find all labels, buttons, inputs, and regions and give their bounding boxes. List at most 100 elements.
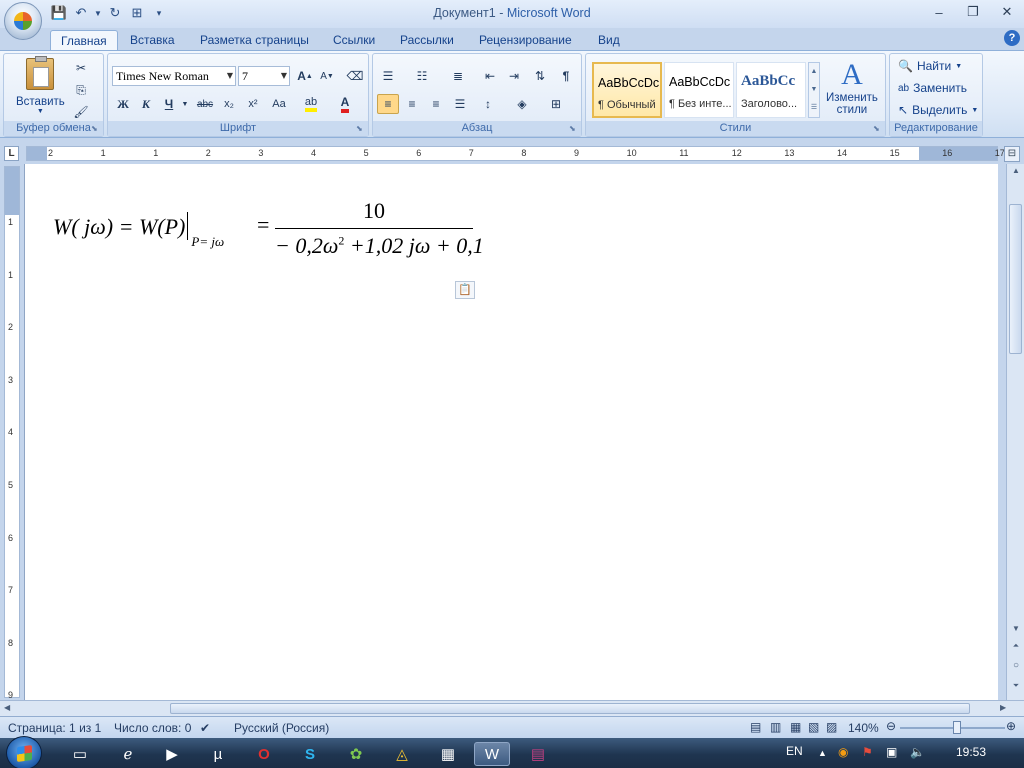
zoom-out-icon[interactable]: ⊖ xyxy=(886,719,896,733)
tab-page-layout[interactable]: Разметка страницы xyxy=(190,30,319,51)
minimize-button[interactable]: ‒ xyxy=(922,0,956,24)
office-button[interactable] xyxy=(4,2,42,40)
change-styles-button[interactable]: A Изменить стили xyxy=(826,58,878,116)
font-color-button[interactable]: A xyxy=(334,94,356,114)
draft-icon[interactable]: ▨ xyxy=(826,720,837,734)
justify-icon[interactable]: ☰ xyxy=(449,94,471,114)
vertical-ruler[interactable]: 1 1 2 3 4 5 6 7 8 9 xyxy=(4,166,20,700)
strikethrough-button[interactable]: abc xyxy=(194,94,216,114)
document-page[interactable]: W( jω) = W(P) P= jω = 10 − 0,2ω2 +1,02 jω… xyxy=(24,164,998,700)
styles-launcher-icon[interactable]: ⬊ xyxy=(873,124,883,134)
underline-dropdown-icon[interactable]: ▼ xyxy=(180,94,190,114)
clear-formatting-icon[interactable]: ⌫ xyxy=(344,66,366,86)
show-formatting-button[interactable]: ¶ xyxy=(555,66,577,86)
font-launcher-icon[interactable]: ⬊ xyxy=(356,124,366,134)
sort-icon[interactable]: ⇅ xyxy=(529,66,551,86)
paragraph-launcher-icon[interactable]: ⬊ xyxy=(569,124,579,134)
zoom-slider[interactable] xyxy=(900,721,1005,734)
zoom-level[interactable]: 140% xyxy=(848,721,879,735)
web-layout-icon[interactable]: ▦ xyxy=(790,720,801,734)
view-ruler-icon[interactable]: ⊟ xyxy=(1004,146,1020,162)
clipboard-launcher-icon[interactable]: ⬊ xyxy=(91,124,101,134)
previous-page-icon[interactable]: ⏶ xyxy=(1008,639,1024,653)
tab-home[interactable]: Главная xyxy=(50,30,118,51)
align-right-icon[interactable]: ≡ xyxy=(425,94,447,114)
line-spacing-icon[interactable]: ↕ xyxy=(477,94,499,114)
shading-icon[interactable]: ◈ xyxy=(511,94,533,114)
paste-options-icon[interactable]: 📋 xyxy=(455,281,475,299)
paste-button[interactable]: Вставить ▼ xyxy=(16,56,65,115)
green-app-icon[interactable]: ✿ xyxy=(338,742,374,766)
numbering-icon[interactable]: ☷ xyxy=(411,66,433,86)
equation[interactable]: W( jω) = W(P) P= jω = 10 − 0,2ω2 +1,02 jω… xyxy=(53,198,484,258)
horizontal-scrollbar[interactable]: ◀ ▶ xyxy=(0,700,1024,716)
opera-icon[interactable]: O xyxy=(246,742,282,766)
style-normal[interactable]: AaBbCcDc ¶ Обычный xyxy=(592,62,662,118)
action-center-icon[interactable]: ⚑ xyxy=(862,745,873,759)
tab-review[interactable]: Рецензирование xyxy=(469,30,582,51)
change-case-button[interactable]: Aa xyxy=(268,94,290,114)
vertical-scrollbar[interactable]: ▲ ▼ ⏶ ○ ⏷ xyxy=(1006,164,1024,700)
italic-button[interactable]: К xyxy=(135,94,157,114)
skype-icon[interactable]: S xyxy=(292,742,328,766)
find-button[interactable]: 🔍 Найти ▼ xyxy=(898,59,962,73)
copy-icon[interactable]: ⎘ xyxy=(70,80,92,100)
scroll-left-icon[interactable]: ◀ xyxy=(4,703,10,712)
winrar-icon[interactable]: ▤ xyxy=(520,742,556,766)
styles-scroll[interactable]: ▲ ▼ ☰ xyxy=(808,62,820,118)
subscript-button[interactable]: x₂ xyxy=(218,94,240,114)
style-heading[interactable]: AaBbCc Заголово... xyxy=(736,62,806,118)
next-page-icon[interactable]: ⏷ xyxy=(1008,679,1024,693)
scroll-right-icon[interactable]: ▶ xyxy=(1000,703,1006,712)
bullets-icon[interactable]: ☰ xyxy=(377,66,399,86)
aimp-icon[interactable]: ◬ xyxy=(384,742,420,766)
calculator-icon[interactable]: ▦ xyxy=(430,742,466,766)
align-center-icon[interactable]: ≡ xyxy=(401,94,423,114)
style-no-spacing[interactable]: AaBbCcDc ¶ Без инте... xyxy=(664,62,734,118)
font-name-combo[interactable]: Times New Roman ▼ xyxy=(112,66,236,86)
zoom-in-icon[interactable]: ⊕ xyxy=(1006,719,1016,733)
superscript-button[interactable]: x² xyxy=(242,94,264,114)
volume-icon[interactable]: 🔈 xyxy=(910,745,925,759)
language-indicator[interactable]: Русский (Россия) xyxy=(234,721,329,735)
borders-icon[interactable]: ⊞ xyxy=(545,94,567,114)
spelling-check-icon[interactable]: ✔ xyxy=(200,721,210,735)
network-icon[interactable]: ▣ xyxy=(886,745,897,759)
tab-selector[interactable]: L xyxy=(4,146,19,161)
input-language[interactable]: EN xyxy=(786,744,803,758)
select-button[interactable]: ↖ Выделить ▼ xyxy=(898,103,978,117)
tray-app-icon[interactable]: ◉ xyxy=(838,745,848,759)
bold-button[interactable]: Ж xyxy=(112,94,134,114)
tab-mailings[interactable]: Рассылки xyxy=(390,30,464,51)
help-icon[interactable]: ? xyxy=(1004,30,1020,46)
full-screen-reading-icon[interactable]: ▥ xyxy=(770,720,781,734)
align-left-icon[interactable]: ≡ xyxy=(377,94,399,114)
horizontal-ruler[interactable]: 2 1 1 2 3 4 5 6 7 8 9 10 11 12 13 14 15 16 17 xyxy=(26,146,1005,161)
media-player-icon[interactable]: ▶ xyxy=(154,742,190,766)
grow-font-button[interactable]: A ▲ xyxy=(294,66,316,86)
clock[interactable]: 19:53 xyxy=(956,745,986,759)
start-button[interactable] xyxy=(6,736,42,768)
increase-indent-icon[interactable]: ⇥ xyxy=(503,66,525,86)
utorrent-icon[interactable]: µ xyxy=(200,742,236,766)
font-size-combo[interactable]: 7 ▼ xyxy=(238,66,290,86)
decrease-indent-icon[interactable]: ⇤ xyxy=(479,66,501,86)
internet-explorer-icon[interactable]: ℯ xyxy=(110,742,146,766)
format-painter-icon[interactable]: 🖌 xyxy=(70,102,92,122)
zoom-slider-knob[interactable] xyxy=(953,721,961,734)
close-button[interactable]: ✕ xyxy=(990,0,1024,24)
horizontal-scroll-thumb[interactable] xyxy=(170,703,970,714)
scroll-down-icon[interactable]: ▼ xyxy=(1008,622,1024,636)
highlight-color-button[interactable]: ab xyxy=(300,94,322,114)
print-layout-icon[interactable]: ▤ xyxy=(750,720,761,734)
vertical-scroll-thumb[interactable] xyxy=(1009,204,1022,354)
word-taskbar-icon[interactable]: W xyxy=(474,742,510,766)
word-count[interactable]: Число слов: 0 xyxy=(114,721,191,735)
page-count[interactable]: Страница: 1 из 1 xyxy=(8,721,101,735)
tab-references[interactable]: Ссылки xyxy=(323,30,385,51)
underline-button[interactable]: Ч xyxy=(158,94,180,114)
replace-button[interactable]: ab Заменить xyxy=(898,81,967,95)
maximize-button[interactable]: ❐ xyxy=(956,0,990,24)
shrink-font-button[interactable]: A ▼ xyxy=(316,66,338,86)
scroll-up-icon[interactable]: ▲ xyxy=(1008,164,1024,178)
